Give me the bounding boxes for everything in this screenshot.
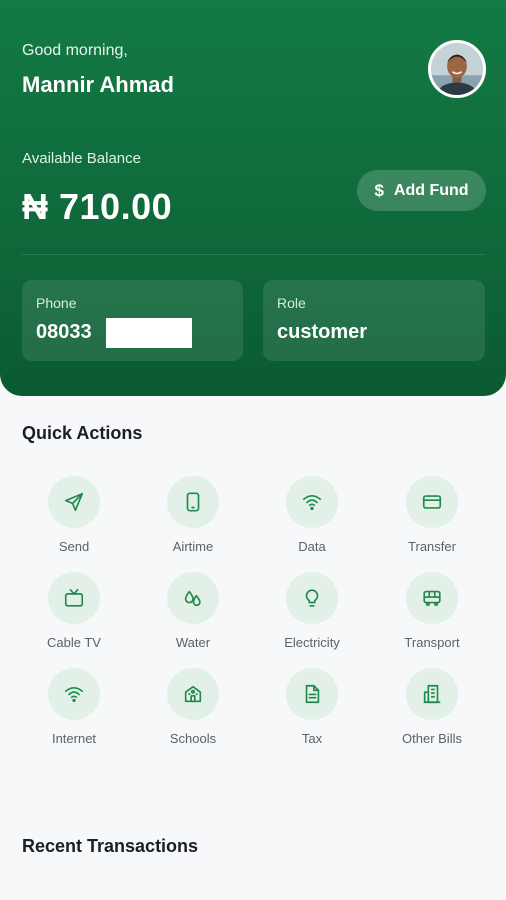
avatar-photo-icon — [431, 43, 483, 95]
balance-label: Available Balance — [22, 150, 141, 167]
action-cable-tv[interactable]: Cable TV — [19, 572, 129, 650]
action-tax-circle — [286, 668, 338, 720]
action-label: Schools — [169, 731, 217, 746]
card-icon — [422, 495, 442, 509]
action-data[interactable]: Data — [257, 476, 367, 554]
action-label: Water — [175, 635, 211, 650]
recent-transactions-title: Recent Transactions — [22, 836, 199, 856]
quick-actions-title: Quick Actions — [22, 423, 143, 443]
droplets-icon — [184, 590, 201, 607]
action-label: Send — [58, 539, 90, 554]
phone-card: Phone 08033 — [22, 280, 243, 361]
action-other-bills[interactable]: Other Bills — [377, 668, 487, 746]
wifi-icon — [64, 686, 84, 703]
action-airtime-circle — [167, 476, 219, 528]
action-label: Cable TV — [47, 635, 101, 650]
tv-icon — [64, 588, 84, 607]
role-label: Role — [277, 295, 306, 311]
phone-icon — [186, 492, 200, 512]
action-send[interactable]: Send — [19, 476, 129, 554]
action-schools[interactable]: Schools — [138, 668, 248, 746]
action-label: Transport — [404, 635, 460, 650]
header-divider — [22, 254, 486, 255]
balance-amount: ₦ 710.00 — [22, 186, 173, 227]
action-internet[interactable]: Internet — [19, 668, 129, 746]
action-transport[interactable]: Transport — [377, 572, 487, 650]
wifi-icon — [302, 494, 322, 511]
dashboard-header: Good morning, Mannir Ahmad Available Bal… — [0, 0, 506, 396]
action-label: Data — [298, 539, 326, 554]
action-label: Internet — [51, 731, 97, 746]
action-other-bills-circle — [406, 668, 458, 720]
phone-label: Phone — [36, 295, 77, 311]
action-electricity[interactable]: Electricity — [257, 572, 367, 650]
add-fund-button[interactable]: $ Add Fund — [357, 170, 486, 211]
action-cable-tv-circle — [48, 572, 100, 624]
role-card: Role customer — [263, 280, 485, 361]
school-icon — [184, 685, 202, 703]
greeting-text: Good morning, — [22, 42, 128, 59]
avatar[interactable] — [428, 40, 486, 98]
action-data-circle — [286, 476, 338, 528]
bus-icon — [423, 590, 441, 606]
action-label: Airtime — [172, 539, 214, 554]
action-transfer[interactable]: Transfer — [377, 476, 487, 554]
phone-value: 08033 — [36, 318, 229, 348]
action-label: Tax — [301, 731, 323, 746]
building-icon — [423, 684, 441, 704]
redaction-box — [106, 318, 192, 348]
user-name: Mannir Ahmad — [22, 72, 174, 97]
phone-number: 08033 — [36, 321, 92, 343]
action-water-circle — [167, 572, 219, 624]
action-internet-circle — [48, 668, 100, 720]
send-icon — [64, 492, 84, 512]
lightbulb-icon — [305, 589, 319, 607]
action-label: Transfer — [408, 539, 456, 554]
action-water[interactable]: Water — [138, 572, 248, 650]
dollar-icon: $ — [374, 180, 384, 200]
add-fund-label: Add Fund — [393, 181, 469, 199]
action-label: Other Bills — [402, 731, 462, 746]
action-transport-circle — [406, 572, 458, 624]
document-icon — [305, 684, 320, 704]
action-transfer-circle — [406, 476, 458, 528]
action-send-circle — [48, 476, 100, 528]
action-airtime[interactable]: Airtime — [138, 476, 248, 554]
action-electricity-circle — [286, 572, 338, 624]
action-tax[interactable]: Tax — [257, 668, 367, 746]
action-label: Electricity — [284, 635, 340, 650]
role-value: customer — [277, 321, 368, 343]
action-schools-circle — [167, 668, 219, 720]
